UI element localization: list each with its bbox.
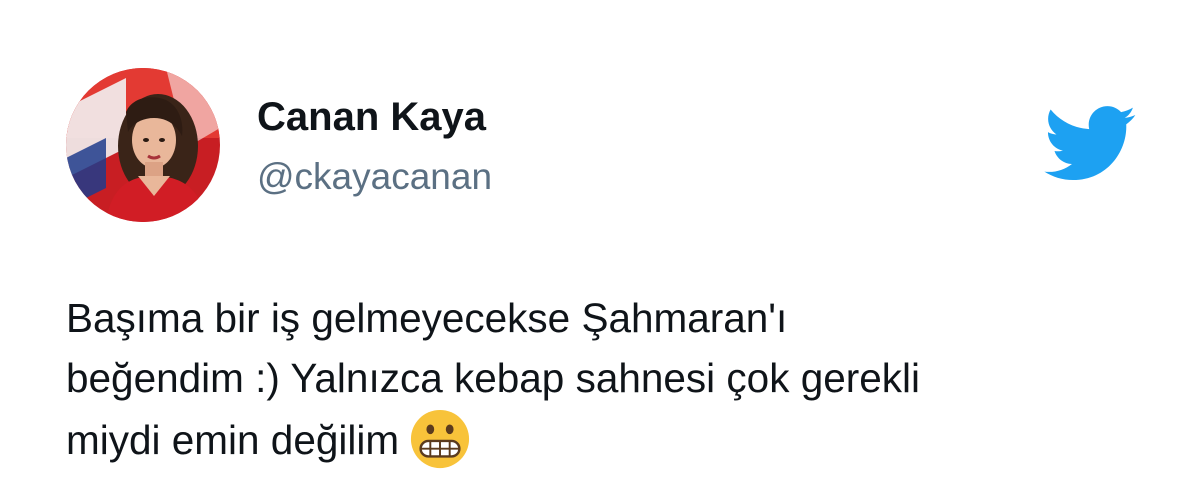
user-handle[interactable]: @ckayacanan (257, 155, 492, 199)
grimacing-face-icon (409, 408, 471, 470)
avatar[interactable] (66, 68, 220, 222)
tweet-text-line: beğendim :) Yalnızca kebap sahnesi çok g… (66, 355, 921, 401)
display-name[interactable]: Canan Kaya (257, 94, 486, 140)
profile-photo-icon (66, 68, 220, 222)
tweet-card: Canan Kaya @ckayacanan Başıma bir iş gel… (0, 0, 1200, 503)
tweet-text-line: Başıma bir iş gelmeyecekse Şahmaran'ı (66, 295, 788, 341)
tweet-text-line-last: miydi emin değilim (66, 408, 1176, 470)
tweet-text: Başıma bir iş gelmeyecekse Şahmaran'ı be… (66, 288, 1176, 470)
twitter-bird-icon (1044, 106, 1136, 182)
tweet-text-line-content: miydi emin değilim (66, 417, 400, 463)
